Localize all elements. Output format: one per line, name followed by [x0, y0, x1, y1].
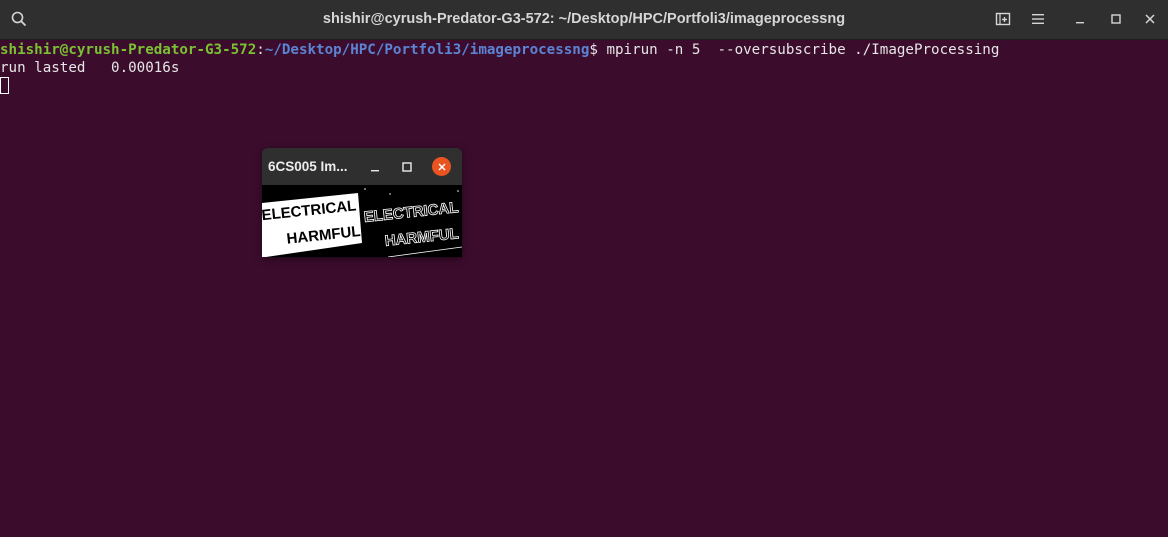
prompt-path: ~/Desktop/HPC/Portfoli3/imageprocessng: [264, 42, 590, 58]
maximize-icon[interactable]: [1104, 8, 1128, 30]
menu-icon[interactable]: [1026, 8, 1050, 30]
processed-image: ELECTRICAL HARMFUL ELECTRICAL HARMFUL: [262, 185, 462, 257]
prompt-line: shishir@cyrush-Predator-G3-572:~/Desktop…: [0, 41, 999, 59]
image-window-titlebar[interactable]: 6CS005 Im...: [262, 148, 462, 185]
terminal-titlebar: shishir@cyrush-Predator-G3-572: ~/Deskto…: [0, 0, 1168, 40]
new-tab-icon[interactable]: [991, 8, 1015, 30]
terminal-cursor: [0, 77, 9, 94]
image-window-minimize-icon[interactable]: [368, 159, 382, 173]
output-line: run lasted 0.00016s: [0, 60, 180, 76]
image-window-title: 6CS005 Im...: [268, 159, 348, 174]
close-icon[interactable]: [1138, 8, 1162, 30]
prompt-separator: :: [256, 42, 265, 58]
prompt-user: shishir@cyrush-Predator-G3-572: [0, 42, 257, 58]
minimize-icon[interactable]: [1068, 8, 1092, 30]
prompt-dollar: $: [589, 42, 598, 58]
command-text: mpirun -n 5 --oversubscribe ./ImageProce…: [597, 42, 1000, 58]
terminal-area[interactable]: shishir@cyrush-Predator-G3-572:~/Desktop…: [0, 40, 1168, 537]
image-window[interactable]: 6CS005 Im... ELECTRICAL HARMFUL ELECTRIC…: [262, 148, 462, 257]
image-window-close-icon[interactable]: [432, 157, 451, 176]
image-window-maximize-icon[interactable]: [400, 159, 414, 173]
